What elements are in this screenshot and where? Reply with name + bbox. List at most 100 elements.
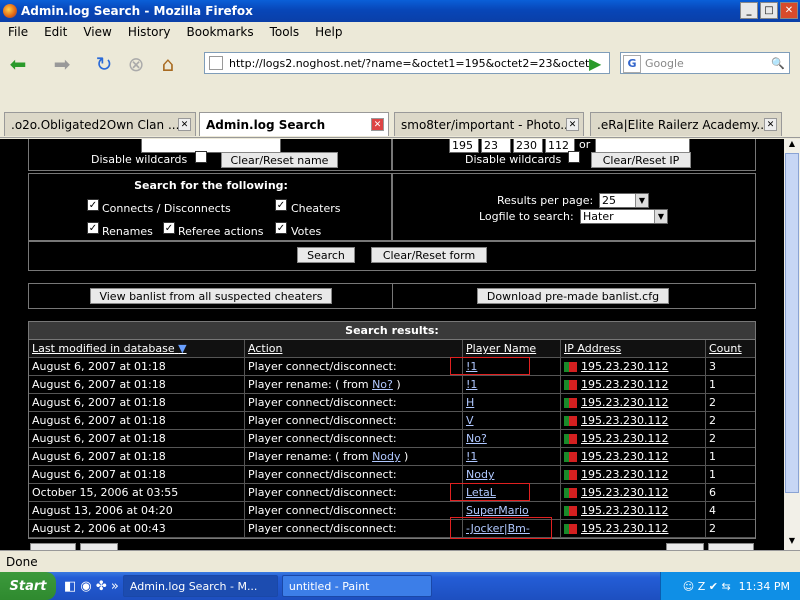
menu-help[interactable]: Help <box>307 25 350 39</box>
clear-ip-button[interactable]: Clear/Reset IP <box>591 152 691 168</box>
scroll-up-icon[interactable]: ▲ <box>784 139 800 153</box>
taskbar-paint[interactable]: untitled - Paint <box>281 575 432 597</box>
ip-cell: 195.23.230.112 <box>561 520 706 537</box>
portugal-flag-icon <box>564 524 577 534</box>
octet3-field[interactable]: 230 <box>513 139 543 153</box>
menu-edit[interactable]: Edit <box>36 25 75 39</box>
close-tab-icon[interactable]: ✕ <box>764 118 777 131</box>
renames-label: Renames <box>102 225 153 238</box>
quicklaunch-icons[interactable]: ◧ ◉ ✤ » <box>64 579 119 594</box>
ip-link[interactable]: 195.23.230.112 <box>581 414 668 427</box>
google-icon[interactable]: G <box>623 54 641 73</box>
minimize-button[interactable]: _ <box>740 2 758 19</box>
stop-icon[interactable]: ⊗ <box>122 50 150 78</box>
menu-tools[interactable]: Tools <box>262 25 308 39</box>
menu-view[interactable]: View <box>75 25 119 39</box>
ip-link[interactable]: 195.23.230.112 <box>581 522 668 535</box>
wildcards-ip-checkbox[interactable] <box>568 151 580 163</box>
from-player-link[interactable]: No? <box>372 378 393 391</box>
close-window-button[interactable]: ✕ <box>780 2 798 19</box>
results-per-page-select[interactable]: 25 ▼ <box>599 193 649 208</box>
cheaters-checkbox[interactable]: ✓ <box>275 199 287 211</box>
from-player-link[interactable]: Nody <box>372 450 400 463</box>
connects-checkbox[interactable]: ✓ <box>87 199 99 211</box>
start-button[interactable]: Start <box>0 572 56 600</box>
player-link[interactable]: Nody <box>466 468 494 481</box>
action-text: Player connect/disconnect: <box>248 504 397 517</box>
last-page-button[interactable] <box>708 543 754 550</box>
player-link[interactable]: H <box>466 396 474 409</box>
download-banlist-button[interactable]: Download pre-made banlist.cfg <box>477 288 669 304</box>
player-link[interactable]: !1 <box>466 450 477 463</box>
reload-icon[interactable]: ↻ <box>90 50 118 78</box>
ip-link[interactable]: 195.23.230.112 <box>581 450 668 463</box>
next-page-button[interactable] <box>666 543 704 550</box>
header-last-modified[interactable]: Last modified in database ▼ <box>29 340 245 357</box>
vertical-scrollbar[interactable]: ▲ ▼ <box>784 139 800 550</box>
player-link[interactable]: V <box>466 414 474 427</box>
url-bar[interactable]: http://logs2.noghost.net/?name=&octet1=1… <box>204 52 610 74</box>
menu-bookmarks[interactable]: Bookmarks <box>179 25 262 39</box>
name-field[interactable] <box>141 139 281 153</box>
window-titlebar: Admin.log Search - Mozilla Firefox _ □ ✕ <box>0 0 800 22</box>
portugal-flag-icon <box>564 416 577 426</box>
clear-form-button[interactable]: Clear/Reset form <box>371 247 487 263</box>
header-count[interactable]: Count <box>706 340 755 357</box>
scroll-down-icon[interactable]: ▼ <box>784 536 800 550</box>
header-ip-address[interactable]: IP Address <box>561 340 706 357</box>
player-link[interactable]: No? <box>466 432 487 445</box>
ip-range-field[interactable] <box>595 139 690 153</box>
ip-link[interactable]: 195.23.230.112 <box>581 504 668 517</box>
player-link[interactable]: SuperMario <box>466 504 529 517</box>
disable-wildcards-label: Disable wildcards <box>91 153 188 166</box>
header-action[interactable]: Action <box>245 340 463 357</box>
window-title: Admin.log Search - Mozilla Firefox <box>21 4 253 18</box>
ip-link[interactable]: 195.23.230.112 <box>581 468 668 481</box>
player-link[interactable]: !1 <box>466 378 477 391</box>
clear-name-button[interactable]: Clear/Reset name <box>221 152 338 168</box>
ip-link[interactable]: 195.23.230.112 <box>581 396 668 409</box>
home-icon[interactable]: ⌂ <box>154 50 182 78</box>
menu-file[interactable]: File <box>0 25 36 39</box>
back-icon[interactable]: ⬅ <box>4 50 32 78</box>
close-tab-icon[interactable]: ✕ <box>178 118 191 131</box>
octet1-field[interactable]: 195 <box>449 139 479 153</box>
search-button[interactable]: Search <box>297 247 355 263</box>
logfile-select[interactable]: Hater ▼ <box>580 209 668 224</box>
ip-link[interactable]: 195.23.230.112 <box>581 360 668 373</box>
votes-checkbox[interactable]: ✓ <box>275 222 287 234</box>
magnifier-icon[interactable]: 🔍 <box>771 57 785 70</box>
search-input[interactable]: G Google 🔍 <box>620 52 790 74</box>
submit-panel: Search Clear/Reset form <box>28 241 756 271</box>
wildcards-name-checkbox[interactable] <box>195 151 207 163</box>
forward-icon[interactable]: ➡ <box>48 50 76 78</box>
tab-obligated[interactable]: .o2o.Obligated2Own Clan ... ✕ <box>4 112 196 136</box>
action-text: Player connect/disconnect: <box>248 486 397 499</box>
octet2-field[interactable]: 23 <box>481 139 511 153</box>
ip-cell: 195.23.230.112 <box>561 412 706 429</box>
count-cell: 2 <box>709 396 716 409</box>
player-cell: !1 <box>463 376 561 393</box>
tab-photobucket[interactable]: smo8ter/important - Photo... ✕ <box>394 112 584 136</box>
go-icon[interactable]: ▶ <box>589 54 601 73</box>
scroll-thumb[interactable] <box>785 153 799 493</box>
maximize-button[interactable]: □ <box>760 2 778 19</box>
close-tab-icon[interactable]: ✕ <box>566 118 579 131</box>
tray-icons[interactable]: ☺ Z ✔ ⇆ <box>683 580 731 593</box>
header-player-name[interactable]: Player Name <box>463 340 561 357</box>
tab-label: Admin.log Search <box>206 117 326 132</box>
renames-checkbox[interactable]: ✓ <box>87 222 99 234</box>
prev-page-button[interactable] <box>30 543 76 550</box>
ip-link[interactable]: 195.23.230.112 <box>581 432 668 445</box>
action-cell: Player rename: ( from No? ) <box>245 376 463 393</box>
menu-history[interactable]: History <box>120 25 179 39</box>
view-banlist-button[interactable]: View banlist from all suspected cheaters <box>90 288 332 304</box>
taskbar-firefox[interactable]: Admin.log Search - M... <box>122 575 278 597</box>
ip-link[interactable]: 195.23.230.112 <box>581 486 668 499</box>
first-page-button[interactable] <box>80 543 118 550</box>
tab-era[interactable]: .eRa|Elite Railerz Academy... ✕ <box>590 112 782 136</box>
tab-admin-log[interactable]: Admin.log Search ✕ <box>199 112 389 136</box>
ip-link[interactable]: 195.23.230.112 <box>581 378 668 391</box>
referee-checkbox[interactable]: ✓ <box>163 222 175 234</box>
close-tab-icon[interactable]: ✕ <box>371 118 384 131</box>
